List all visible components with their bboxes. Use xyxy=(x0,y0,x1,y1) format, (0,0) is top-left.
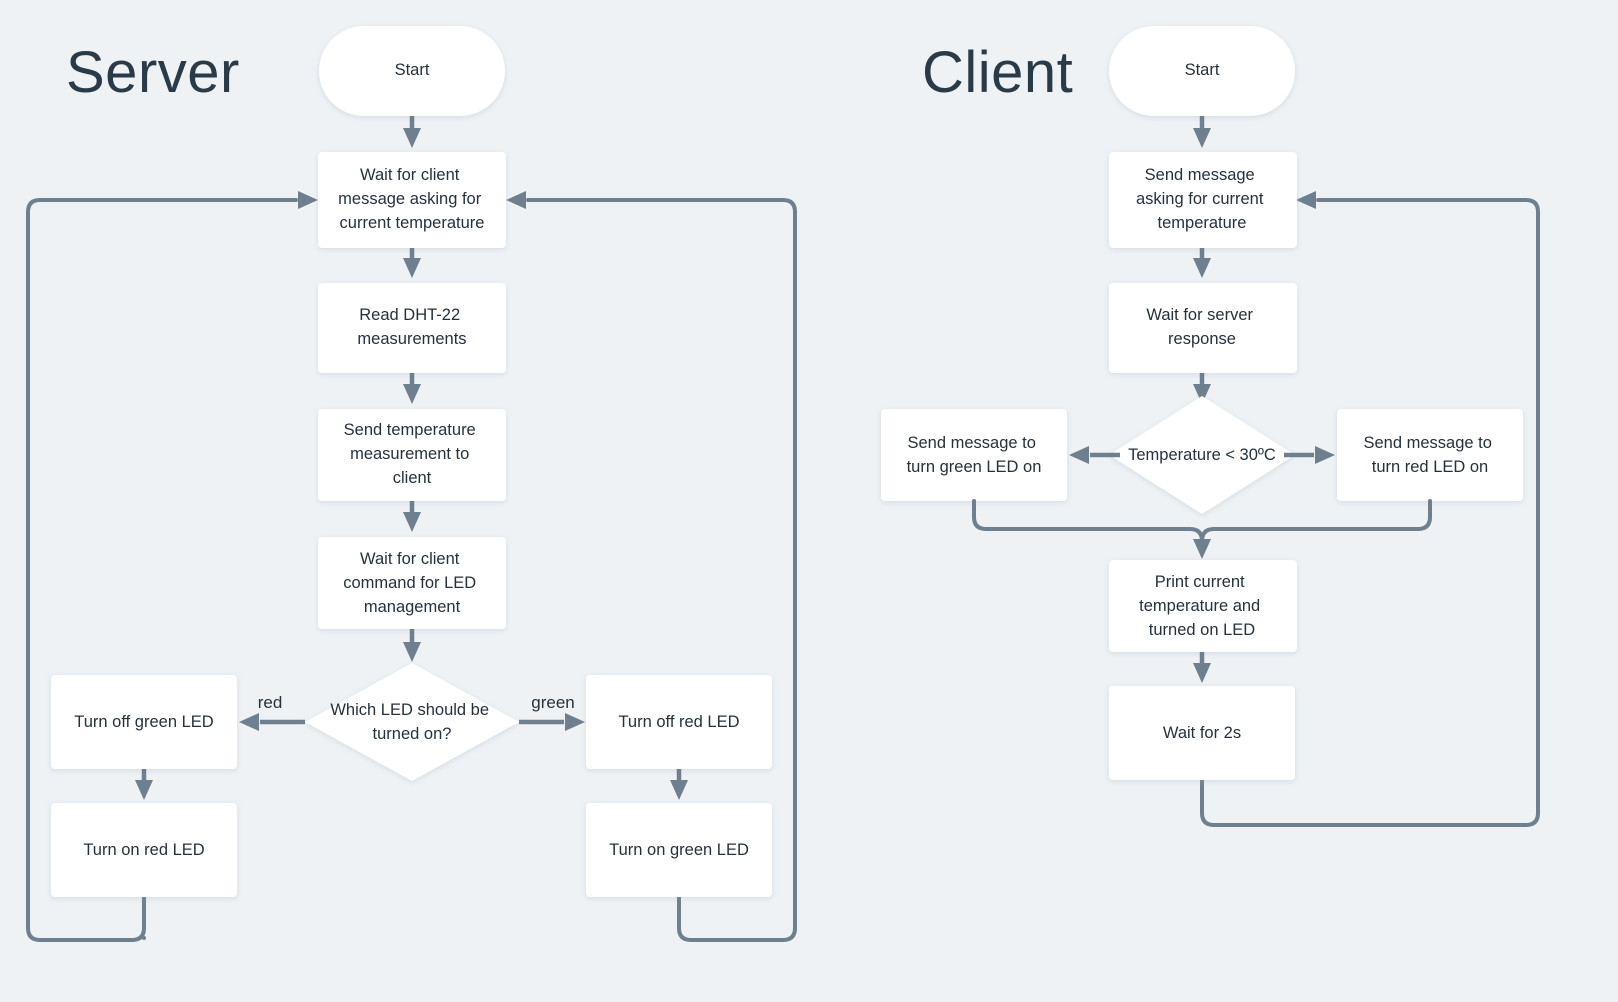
server-wait-client-message-label: Wait for client message asking for curre… xyxy=(338,166,486,232)
server-edge-offred-to-ongreen-arrowhead xyxy=(670,780,688,800)
client-temp-check-label: Temperature < 30ºC xyxy=(1128,446,1276,464)
server-left-return-arrowhead xyxy=(298,191,318,209)
server-branch-green-label: green xyxy=(531,693,574,712)
client-merge-arrowhead xyxy=(1193,539,1211,559)
server-turn-on-green-label: Turn on green LED xyxy=(609,841,749,859)
client-edge-send-to-wait-arrowhead xyxy=(1193,258,1211,278)
server-edge-read-to-send-arrowhead xyxy=(403,384,421,404)
client-edge-print-to-wait2s-arrowhead xyxy=(1193,663,1211,683)
client-branch-true-arrowhead xyxy=(1069,446,1089,464)
client-send-red-on-node[interactable] xyxy=(1337,409,1523,501)
server-which-led-decision-node[interactable] xyxy=(305,663,519,781)
server-turn-off-green-label: Turn off green LED xyxy=(74,713,213,731)
server-branch-green-arrowhead xyxy=(565,713,585,731)
client-print-status-label: Print current temperature and turned on … xyxy=(1139,573,1265,639)
server-wait-led-command-label: Wait for client command for LED manageme… xyxy=(343,550,481,616)
server-right-return-arrowhead xyxy=(506,191,526,209)
server-start-label: Start xyxy=(395,61,430,79)
server-edge-wait-to-read-arrowhead xyxy=(403,258,421,278)
client-wait-response-node[interactable] xyxy=(1109,283,1297,373)
server-lane-title: Server xyxy=(66,40,240,105)
flowchart-canvas: Server Start Wait for client message ask… xyxy=(0,0,1618,1002)
server-lane: Server Start Wait for client message ask… xyxy=(26,26,797,942)
server-turn-on-red-label: Turn on red LED xyxy=(83,841,204,859)
server-edge-start-to-wait-arrowhead xyxy=(403,128,421,148)
client-start-label: Start xyxy=(1185,61,1220,79)
client-lane-title: Client xyxy=(922,40,1073,105)
server-edge-offgreen-to-onred-arrowhead xyxy=(135,780,153,800)
server-branch-red-arrowhead xyxy=(239,713,259,731)
client-return-arrowhead xyxy=(1296,191,1316,209)
client-edge-start-to-send-arrowhead xyxy=(1193,128,1211,148)
server-edge-waitled-to-decision-arrowhead xyxy=(403,642,421,662)
client-merge-right-rail xyxy=(1200,499,1432,547)
client-wait-2s-label: Wait for 2s xyxy=(1163,724,1241,742)
client-merge-left-rail xyxy=(972,499,1204,547)
flowchart-svg: Server Start Wait for client message ask… xyxy=(26,26,1540,942)
client-send-green-on-node[interactable] xyxy=(881,409,1067,501)
server-edge-sendtemp-to-waitled-arrowhead xyxy=(403,512,421,532)
server-branch-red-label: red xyxy=(258,693,283,712)
server-read-dht-node[interactable] xyxy=(318,283,506,373)
client-lane: Client Start Send message asking for cur… xyxy=(881,26,1540,827)
client-branch-false-arrowhead xyxy=(1315,446,1335,464)
server-turn-off-red-label: Turn off red LED xyxy=(618,713,739,731)
